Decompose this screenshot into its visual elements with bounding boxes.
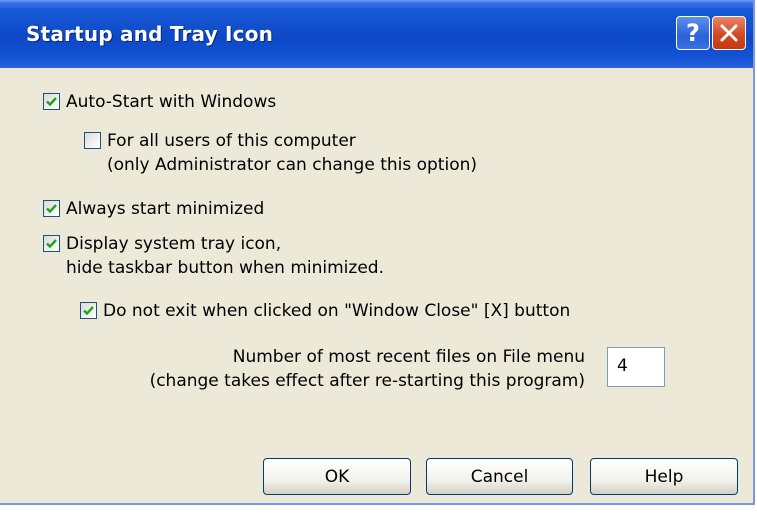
- dialog-window: Startup and Tray Icon ? Auto-Start with …: [0, 0, 755, 505]
- no-exit-label: Do not exit when clicked on "Window Clos…: [103, 301, 571, 321]
- option-start-minimized[interactable]: Always start minimized: [43, 197, 264, 221]
- option-auto-start[interactable]: Auto-Start with Windows: [43, 90, 276, 114]
- help-icon[interactable]: ?: [676, 16, 710, 50]
- auto-start-label: Auto-Start with Windows: [66, 92, 277, 112]
- help-button[interactable]: Help: [590, 458, 738, 495]
- cancel-button[interactable]: Cancel: [426, 458, 573, 495]
- start-minimized-checkbox[interactable]: [43, 200, 60, 217]
- all-users-checkbox[interactable]: [84, 132, 101, 149]
- window-title: Startup and Tray Icon: [26, 22, 274, 46]
- recent-files-input[interactable]: 4: [607, 347, 665, 387]
- title-bar[interactable]: Startup and Tray Icon ?: [0, 0, 753, 68]
- recent-files-note: (change takes effect after re-starting t…: [149, 371, 585, 391]
- tray-icon-note: hide taskbar button when minimized.: [66, 258, 384, 278]
- all-users-label: For all users of this computer: [107, 131, 356, 151]
- dialog-content: Auto-Start with Windows For all users of…: [0, 68, 753, 505]
- option-tray-icon[interactable]: Display system tray icon, hide taskbar b…: [43, 232, 384, 280]
- recent-files-text: Number of most recent files on File menu: [232, 347, 585, 367]
- all-users-note: (only Administrator can change this opti…: [107, 155, 478, 175]
- tray-icon-label: Display system tray icon,: [66, 234, 282, 254]
- close-icon[interactable]: [712, 16, 746, 50]
- auto-start-checkbox[interactable]: [43, 93, 60, 110]
- start-minimized-label: Always start minimized: [66, 199, 265, 219]
- no-exit-checkbox[interactable]: [80, 302, 97, 319]
- recent-files-label: Number of most recent files on File menu…: [150, 345, 585, 393]
- tray-icon-checkbox[interactable]: [43, 235, 60, 252]
- ok-button[interactable]: OK: [263, 458, 411, 495]
- option-no-exit[interactable]: Do not exit when clicked on "Window Clos…: [80, 299, 570, 323]
- option-all-users[interactable]: For all users of this computer (only Adm…: [84, 129, 477, 177]
